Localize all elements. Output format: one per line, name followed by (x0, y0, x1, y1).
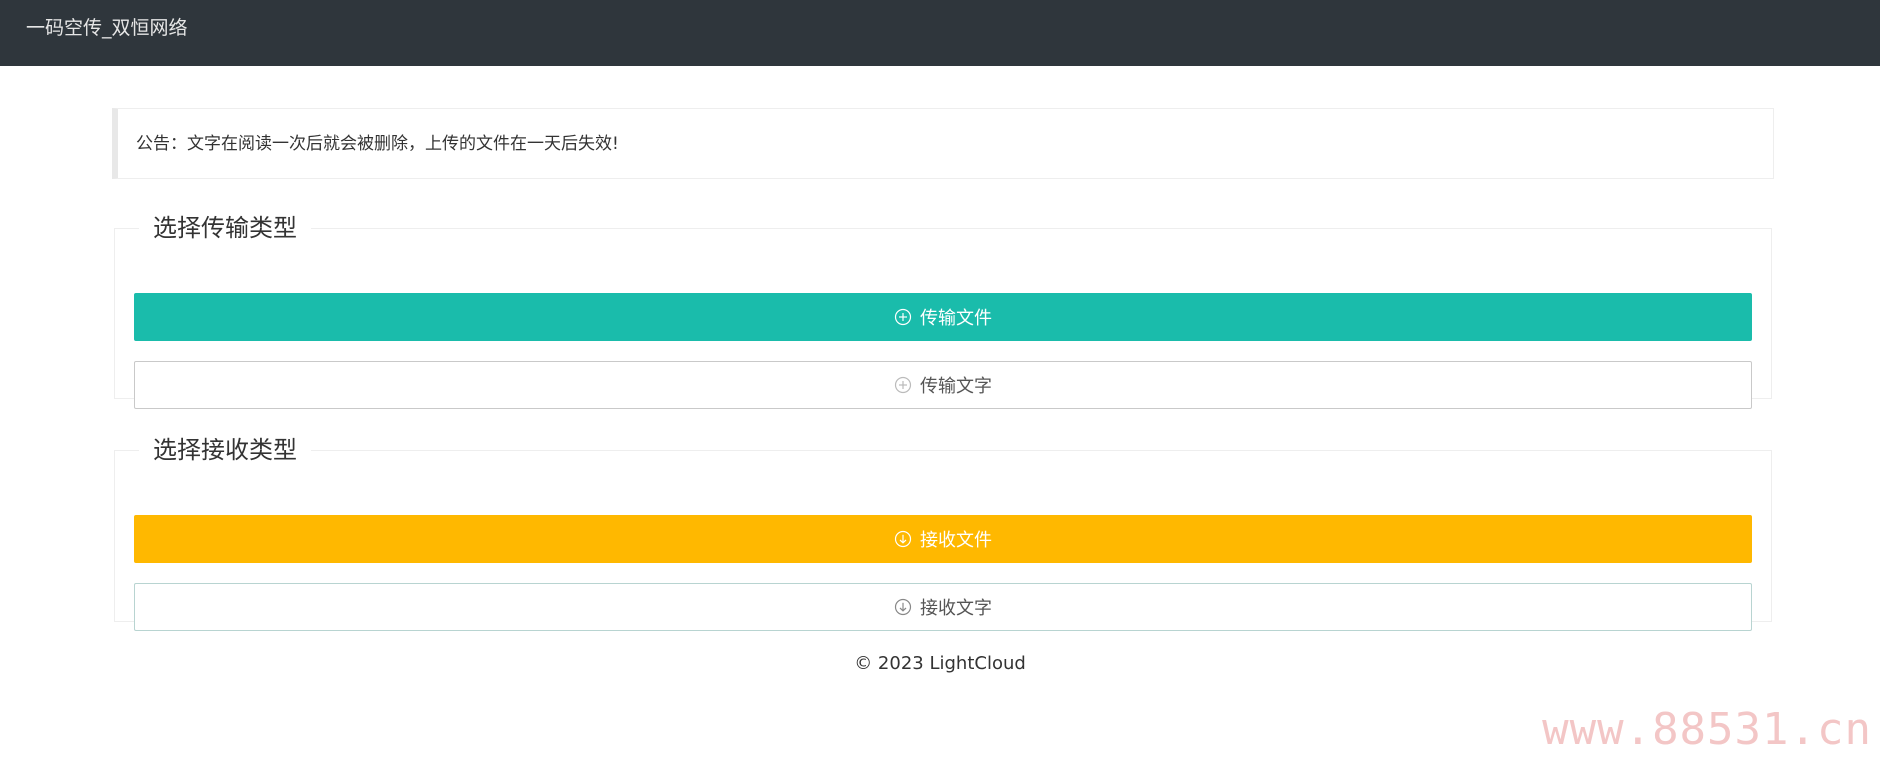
receive-text-label: 接收文字 (920, 594, 992, 620)
watermark: www.88531.cn (1542, 704, 1872, 756)
announcement-box: 公告：文字在阅读一次后就会被删除，上传的文件在一天后失效! (112, 108, 1774, 179)
receive-type-group: 选择接收类型 接收文件 接收文字 (114, 435, 1772, 622)
send-file-button[interactable]: 传输文件 (134, 293, 1752, 341)
send-type-legend: 选择传输类型 (139, 213, 311, 243)
download-circle-icon (894, 530, 912, 548)
send-type-group: 选择传输类型 传输文件 传输文字 (114, 213, 1772, 399)
send-file-label: 传输文件 (920, 304, 992, 330)
receive-file-button[interactable]: 接收文件 (134, 515, 1752, 563)
site-title-link[interactable]: 一码空传_双恒网络 (26, 16, 188, 40)
receive-file-label: 接收文件 (920, 526, 992, 552)
send-text-button[interactable]: 传输文字 (134, 361, 1752, 409)
download-circle-icon (894, 598, 912, 616)
plus-circle-icon (894, 376, 912, 394)
plus-circle-icon (894, 308, 912, 326)
top-navbar: 一码空传_双恒网络 (0, 0, 1880, 66)
send-text-label: 传输文字 (920, 372, 992, 398)
receive-text-button[interactable]: 接收文字 (134, 583, 1752, 631)
footer-copyright: © 2023 LightCloud (0, 652, 1880, 676)
announcement-text: 公告：文字在阅读一次后就会被删除，上传的文件在一天后失效! (136, 131, 619, 157)
receive-type-legend: 选择接收类型 (139, 435, 311, 465)
